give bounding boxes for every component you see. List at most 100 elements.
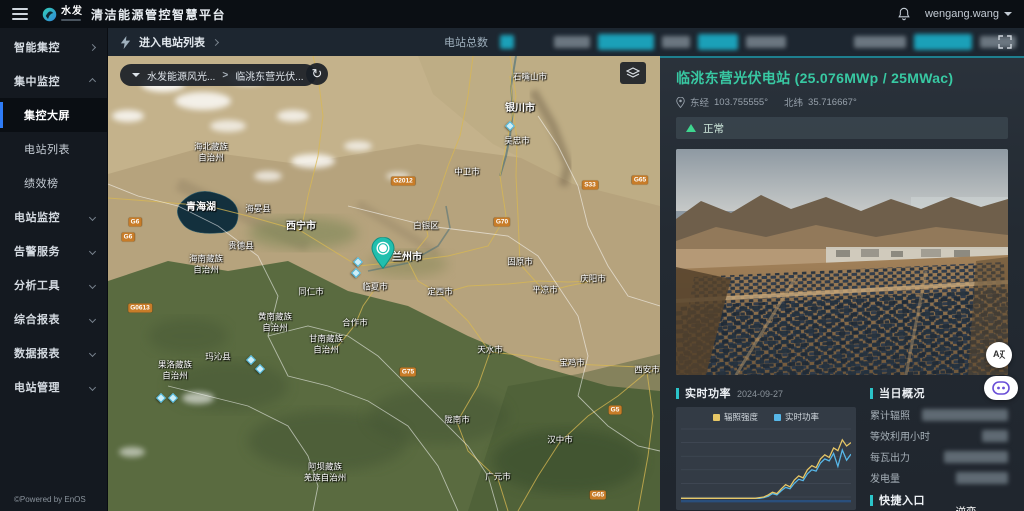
chevron-down-icon [89,213,96,220]
legend-label: 辐照强度 [724,411,758,423]
lightning-icon [120,36,131,49]
quick-button-label: 逆变器列表 [950,504,981,511]
sidebar-item-0[interactable]: 智能集控 [0,30,107,64]
powered-by-text: ©Powered by EnOS [14,495,86,504]
map-refresh-button[interactable]: ↻ [306,63,328,85]
sidebar-item-label: 电站管理 [14,379,60,395]
legend-swatch [713,414,720,421]
map-breadcrumb[interactable]: 水发能源风光... > 临洮东营光伏... [120,64,316,86]
sidebar-item-5[interactable]: 电站监控 [0,200,107,234]
sidebar-item-label: 电站监控 [14,209,60,225]
overview-row-label: 等效利用小时 [870,428,930,443]
quick-entry-title: 快捷入口 [879,492,925,508]
station-capacity: (25.076MWp / 25MWac) [795,70,954,86]
realtime-power-section: 实时功率 2024-09-27 辐照强度 实时功率 [676,385,856,511]
chevron-down-icon [89,349,96,356]
caret-down-icon [132,73,140,77]
chevron-down-icon [89,383,96,390]
station-detail-panel: 临洮东营光伏电站 (25.076MWp / 25MWac) 东经 103.755… [660,56,1024,511]
station-title: 临洮东营光伏电站 (25.076MWp / 25MWac) [676,68,1008,88]
station-coordinates: 东经 103.755555° 北纬 35.716667° [676,95,1008,109]
app-root: 水发 清洁能源管控智慧平台 wengang.wang 智能集控集中监控集控大屏电… [0,0,1024,511]
redacted-total-value [500,35,514,49]
chevron-down-icon [89,247,96,254]
breadcrumb-current[interactable]: 临洮东营光伏... [235,68,303,83]
sidebar-item-9[interactable]: 数据报表 [0,336,107,370]
layers-icon [626,67,640,79]
sidebar-item-8[interactable]: 综合报表 [0,302,107,336]
realtime-power-date: 2024-09-27 [737,389,783,399]
redacted-value [956,472,1008,484]
svg-text:A: A [993,349,1000,359]
chatbot-button[interactable] [984,376,1018,400]
enter-station-list-label: 进入电站列表 [139,34,205,50]
overview-row-label: 每瓦出力 [870,449,910,464]
daily-overview-title: 当日概况 [879,385,925,401]
accent-bar [870,388,873,399]
latitude-label: 北纬 [784,95,803,109]
overview-rows: 累计辐照等效利用小时每瓦出力发电量 [870,404,1008,488]
chart-series-实时功率 [681,450,851,498]
sidebar-item-label: 智能集控 [14,39,60,55]
longitude-label: 东经 [690,95,709,109]
longitude-value: 103.755555° [714,97,768,108]
redacted-value [982,430,1008,442]
chevron-down-icon [89,281,96,288]
station-aerial-photo [676,149,1008,375]
status-bar: 正常 [676,117,1008,139]
redacted-value [944,451,1008,463]
overview-row: 等效利用小时 [870,425,1008,446]
realtime-power-chart: 辐照强度 实时功率 [676,407,856,510]
status-badge: 正常 [703,121,724,136]
robot-face-icon [992,381,1010,395]
enter-station-list-button[interactable]: 进入电站列表 [139,34,218,50]
sidebar-item-2[interactable]: 集控大屏 [0,98,107,132]
latitude-value: 35.716667° [808,97,857,108]
sidebar-item-1[interactable]: 集中监控 [0,64,107,98]
page-title: 清洁能源管控智慧平台 [91,6,226,23]
username-text: wengang.wang [925,8,999,20]
sidebar-item-6[interactable]: 告警服务 [0,234,107,268]
station-cluster-pin[interactable] [370,237,396,269]
sub-toolbar: 进入电站列表 电站总数 [108,28,1024,56]
daily-overview-section: 当日概况 累计辐照等效利用小时每瓦出力发电量 快捷入口 电站监控→逆变器列表→ [870,385,1008,511]
chart-legend: 辐照强度 实时功率 [681,411,851,423]
legend-item: 实时功率 [774,411,819,423]
chevron-right-icon [212,38,219,45]
map-terrain [108,56,660,511]
overview-row-label: 累计辐照 [870,407,910,422]
translate-button[interactable]: A [986,342,1012,368]
hamburger-menu-icon[interactable] [12,8,28,20]
station-name: 临洮东营光伏电站 [676,70,790,86]
map-layers-button[interactable] [620,62,646,84]
sidebar: 智能集控集中监控集控大屏电站列表绩效榜电站监控告警服务分析工具综合报表数据报表电… [0,28,108,511]
status-triangle-icon [686,124,696,132]
satellite-map[interactable]: 石嘴山市银川市吴忠市中卫市白银区海北藏族自治州青海湖海晏县西宁市贵德县海南藏族自… [108,56,660,511]
redacted-value [922,409,1008,421]
sidebar-item-label: 绩效榜 [24,175,59,191]
top-header: 水发 清洁能源管控智慧平台 wengang.wang [0,0,1024,28]
sidebar-item-3[interactable]: 电站列表 [0,132,107,166]
sidebar-item-7[interactable]: 分析工具 [0,268,107,302]
overview-row: 每瓦出力 [870,446,1008,467]
sidebar-item-label: 数据报表 [14,345,60,361]
logo-swirl-icon [42,7,57,22]
logo-text: 水发 [61,7,83,17]
brand-logo: 水发 [42,7,83,22]
sidebar-item-label: 综合报表 [14,311,60,327]
sidebar-item-4[interactable]: 绩效榜 [0,166,107,200]
sidebar-menu: 智能集控集中监控集控大屏电站列表绩效榜电站监控告警服务分析工具综合报表数据报表电… [0,28,107,404]
chevron-right-icon [89,43,96,50]
legend-label: 实时功率 [785,411,819,423]
redacted-stats-group-2 [854,34,1016,50]
user-menu[interactable]: wengang.wang [925,8,1012,20]
breadcrumb-root[interactable]: 水发能源风光... [147,68,215,83]
legend-swatch [774,414,781,421]
redacted-stats-group-1 [554,34,786,50]
chevron-up-icon [89,77,96,84]
sidebar-item-10[interactable]: 电站管理 [0,370,107,404]
notification-bell-icon[interactable] [897,7,911,21]
sidebar-item-label: 分析工具 [14,277,60,293]
fullscreen-icon[interactable] [998,35,1012,49]
accent-bar [676,388,679,399]
